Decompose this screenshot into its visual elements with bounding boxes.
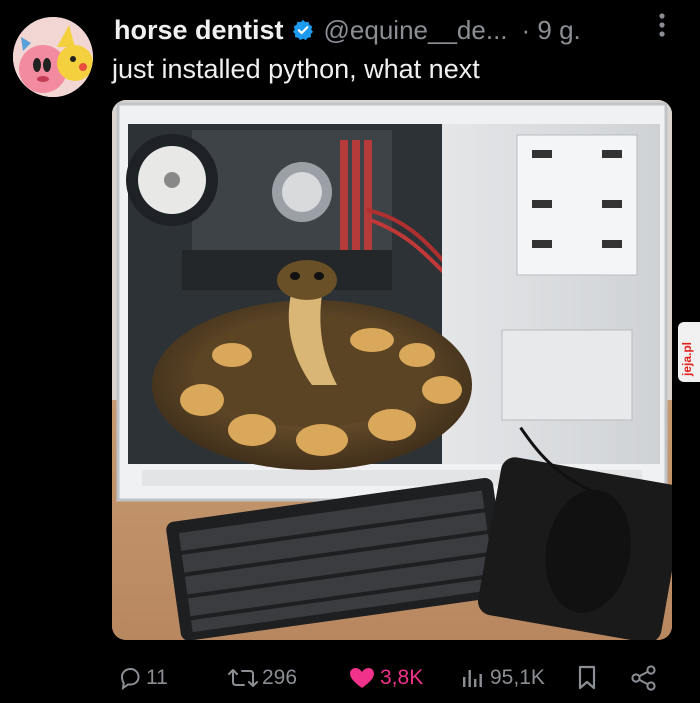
verified-badge-icon: [292, 19, 313, 41]
reply-count: 11: [146, 666, 168, 689]
like-count: 3,8K: [380, 666, 424, 689]
reply-icon: [120, 667, 140, 690]
like-button[interactable]: 3,8K: [348, 660, 423, 696]
repost-button[interactable]: 296: [228, 660, 297, 696]
share-button[interactable]: [630, 660, 662, 696]
post-text: just installed python, what next: [112, 54, 480, 84]
views-button[interactable]: 95,1K: [460, 660, 545, 696]
avatar[interactable]: [13, 17, 93, 97]
reply-button[interactable]: 11: [118, 660, 168, 696]
views-icon: [463, 670, 482, 687]
bookmark-button[interactable]: [576, 660, 602, 696]
heart-icon: [350, 668, 374, 688]
repost-count: 296: [262, 666, 298, 689]
author-name[interactable]: horse dentist: [114, 15, 284, 46]
bookmark-icon: [578, 665, 596, 690]
avatar-image: [13, 17, 93, 97]
more-options-icon[interactable]: [642, 12, 682, 48]
post-header: horse dentist @equine__de... · 9 g.: [114, 12, 688, 48]
watermark-logo: jeja.pl: [678, 322, 700, 382]
action-bar: 11 296 3,8K 95,1K: [112, 660, 672, 696]
post-time[interactable]: · 9 g.: [522, 15, 581, 46]
author-handle[interactable]: @equine__de...: [324, 15, 508, 46]
repost-icon: [228, 669, 258, 687]
share-icon: [631, 665, 656, 691]
views-count: 95,1K: [490, 666, 545, 689]
python-in-pc-illustration: [112, 100, 672, 640]
watermark-text: jeja.pl: [680, 341, 694, 376]
post-image[interactable]: [112, 100, 672, 640]
